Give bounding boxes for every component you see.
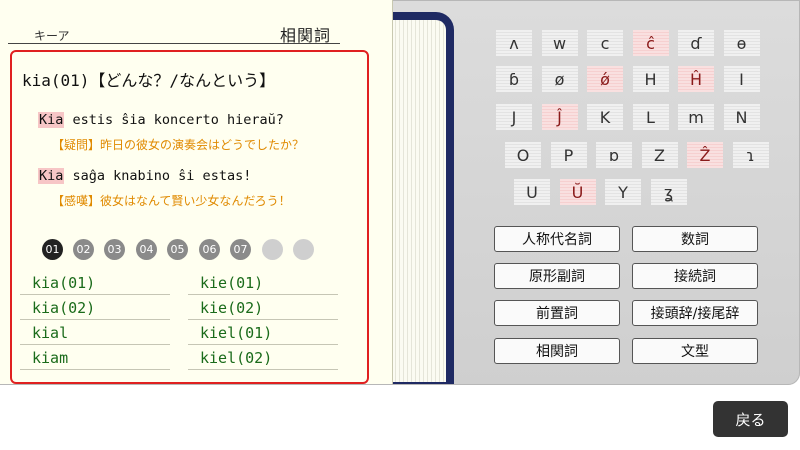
category-button-sentence-pattern[interactable]: 文型 xyxy=(632,338,758,364)
word-list-item[interactable]: kie(02) xyxy=(200,299,263,317)
letter-key[interactable]: U xyxy=(514,179,550,205)
letter-key[interactable]: H xyxy=(632,66,669,92)
page-number-2[interactable]: 02 xyxy=(73,239,94,260)
category-button-affix[interactable]: 接頭辞/接尾辞 xyxy=(632,300,758,326)
letter-key[interactable]: Ẑ xyxy=(687,142,723,168)
category-button-preposition[interactable]: 前置詞 xyxy=(494,300,620,326)
letter-key[interactable]: ʓ xyxy=(650,179,687,205)
letter-key[interactable]: ɗ xyxy=(678,30,714,56)
letter-key[interactable]: ɿ xyxy=(732,142,769,168)
page-number-1[interactable]: 01 xyxy=(42,239,63,260)
word-list-item[interactable]: kiel(02) xyxy=(200,349,272,367)
example-translation-1: 【疑問】昨日の彼女の演奏会はどうでしたか？ xyxy=(52,138,305,152)
letter-key[interactable]: ɒ xyxy=(596,142,632,168)
page-number-empty xyxy=(262,239,283,260)
letter-key[interactable]: Ŭ xyxy=(559,179,596,205)
category-button-numeral[interactable]: 数詞 xyxy=(632,226,758,252)
example-keyword: Kia xyxy=(38,112,65,128)
letter-key[interactable]: ĉ xyxy=(632,30,669,56)
letter-key[interactable]: w xyxy=(541,30,578,56)
word-list-item[interactable]: kia(02) xyxy=(32,299,95,317)
word-list-item[interactable]: kiam xyxy=(32,349,68,367)
letter-key[interactable]: c xyxy=(587,30,623,56)
page-divider xyxy=(8,43,340,44)
letter-key[interactable]: I xyxy=(723,66,760,92)
letter-key[interactable]: K xyxy=(587,104,623,130)
page-number-3[interactable]: 03 xyxy=(104,239,125,260)
letter-key[interactable]: L xyxy=(632,104,669,130)
letter-key[interactable]: Ĥ xyxy=(678,66,714,92)
letter-key[interactable]: ø xyxy=(541,66,578,92)
letter-key[interactable]: ǿ xyxy=(587,66,623,92)
letter-key[interactable]: Z xyxy=(641,142,678,168)
page-number-empty xyxy=(293,239,314,260)
example-translation-2: 【感嘆】彼女はなんて賢い少女なんだろう！ xyxy=(52,194,291,208)
letter-key[interactable]: ʌ xyxy=(496,30,532,56)
back-button[interactable]: 戻る xyxy=(713,401,788,437)
example-keyword: Kia xyxy=(38,168,65,184)
page-number-7[interactable]: 07 xyxy=(230,239,251,260)
book-page-edges xyxy=(384,20,446,382)
letter-key[interactable]: J xyxy=(496,104,532,130)
letter-key[interactable]: ɓ xyxy=(496,66,532,92)
page-tab-label: キーア xyxy=(34,29,70,43)
entry-headword: kia(01)【どんな？/なんという】 xyxy=(22,71,276,90)
word-list-item[interactable]: kie(01) xyxy=(200,274,263,292)
page-number-6[interactable]: 06 xyxy=(199,239,220,260)
word-list-item[interactable]: kial xyxy=(32,324,68,342)
letter-key[interactable]: ɵ xyxy=(723,30,760,56)
letter-key[interactable]: P xyxy=(550,142,587,168)
letter-key[interactable]: m xyxy=(678,104,714,130)
example-sentence-2: Kia saĝa knabino ŝi estas! xyxy=(38,168,252,184)
category-button-conjunction[interactable]: 接続詞 xyxy=(632,263,758,289)
letter-key[interactable]: O xyxy=(505,142,541,168)
letter-key[interactable]: Ĵ xyxy=(541,104,578,130)
category-button-personal-pronoun[interactable]: 人称代名詞 xyxy=(494,226,620,252)
category-button-primary-adverb[interactable]: 原形副詞 xyxy=(494,263,620,289)
category-button-correlative[interactable]: 相関詞 xyxy=(494,338,620,364)
page-number-4[interactable]: 04 xyxy=(136,239,157,260)
word-list-item[interactable]: kiel(01) xyxy=(200,324,272,342)
word-list-item[interactable]: kia(01) xyxy=(32,274,95,292)
letter-key[interactable]: N xyxy=(723,104,760,130)
page-number-5[interactable]: 05 xyxy=(167,239,188,260)
example-sentence-1: Kia estis ŝia koncerto hieraŭ? xyxy=(38,112,284,128)
letter-key[interactable]: Y xyxy=(605,179,641,205)
